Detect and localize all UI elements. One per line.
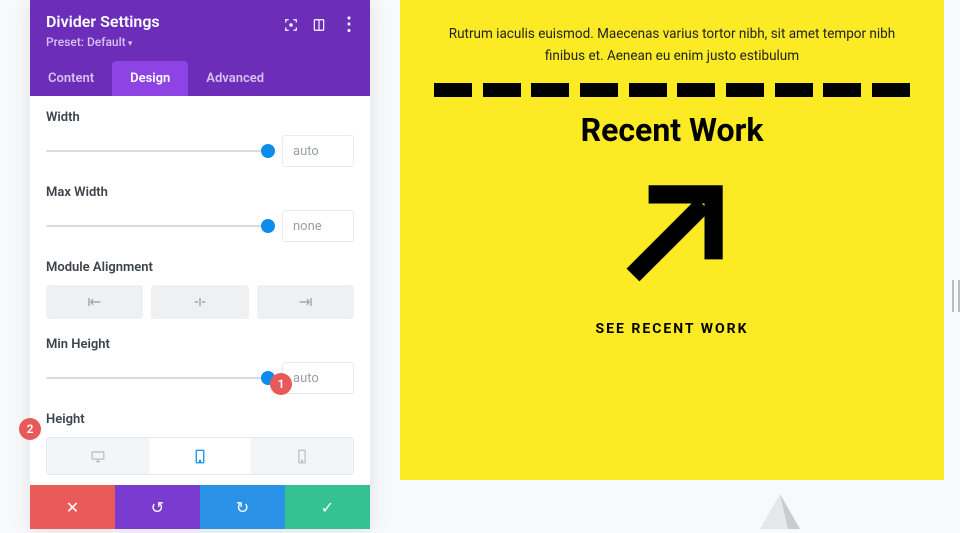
see-recent-link[interactable]: SEE RECENT WORK (434, 321, 910, 337)
resize-handle[interactable] (952, 280, 960, 312)
save-button[interactable]: ✓ (285, 485, 370, 529)
device-tablet-button[interactable] (149, 438, 251, 474)
minheight-label: Min Height (46, 337, 354, 352)
panel-header: Divider Settings Preset: Default ⋮ (30, 0, 370, 61)
undo-button[interactable]: ↺ (115, 485, 200, 529)
tab-advanced[interactable]: Advanced (188, 61, 282, 96)
tab-content[interactable]: Content (30, 61, 112, 96)
annotation-badge-1: 1 (270, 373, 292, 395)
building-image (750, 489, 810, 529)
align-center-button[interactable] (151, 285, 248, 319)
width-slider[interactable] (46, 141, 268, 161)
arrow-icon (434, 171, 910, 301)
device-phone-button[interactable] (251, 438, 353, 474)
cancel-button[interactable]: ✕ (30, 485, 115, 529)
minheight-input[interactable]: auto (282, 362, 354, 394)
divider-module[interactable] (434, 83, 910, 97)
device-desktop-button[interactable] (47, 438, 149, 474)
redo-button[interactable]: ↻ (200, 485, 285, 529)
maxwidth-input[interactable]: none (282, 210, 354, 242)
preview-canvas: Rutrum iaculis euismod. Maecenas varius … (400, 0, 944, 480)
height-label: Height (46, 412, 354, 427)
preset-dropdown[interactable]: Preset: Default (46, 35, 354, 49)
focus-icon[interactable] (284, 18, 298, 32)
width-label: Width (46, 110, 354, 125)
tab-design[interactable]: Design (112, 61, 188, 96)
tab-bar: Content Design Advanced (30, 61, 370, 96)
align-right-button[interactable] (257, 285, 354, 319)
width-input[interactable]: auto (282, 135, 354, 167)
preview-heading: Recent Work (434, 111, 910, 149)
panel-body[interactable]: Width auto Max Width none Module Alignme… (30, 96, 370, 485)
align-left-button[interactable] (46, 285, 143, 319)
portability-icon[interactable] (312, 18, 326, 32)
maxwidth-label: Max Width (46, 185, 354, 200)
maxwidth-slider[interactable] (46, 216, 268, 236)
panel-footer: ✕ ↺ ↻ ✓ (30, 485, 370, 529)
minheight-slider[interactable] (46, 368, 268, 388)
preview-intro-text: Rutrum iaculis euismod. Maecenas varius … (434, 24, 910, 67)
settings-panel: Divider Settings Preset: Default ⋮ Conte… (30, 0, 370, 529)
more-icon[interactable]: ⋮ (340, 14, 358, 35)
modalign-label: Module Alignment (46, 260, 354, 275)
annotation-badge-2: 2 (19, 418, 41, 440)
